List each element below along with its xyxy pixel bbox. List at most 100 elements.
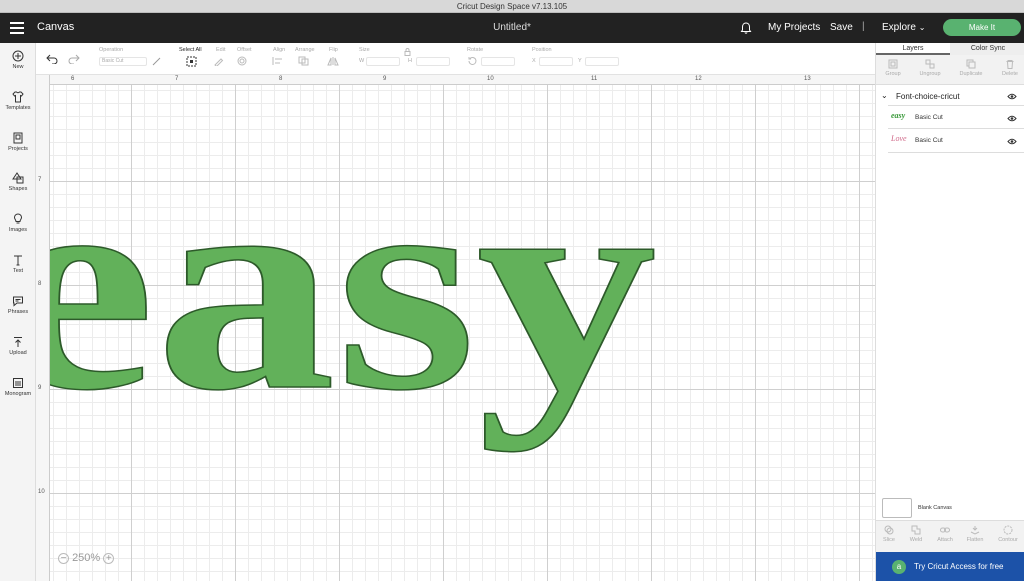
nav-text[interactable]: Text [0,254,36,274]
blank-canvas-label: Blank Canvas [918,505,952,511]
shirt-icon [12,91,24,103]
ruler-tick: 9 [38,385,42,391]
cricut-access-banner[interactable]: a Try Cricut Access for free [876,552,1024,581]
layer-thumbnail: Love [891,134,907,143]
nav-label: Monogram [4,391,32,397]
bell-icon[interactable] [739,21,753,35]
attach-label: Attach [937,537,953,543]
ruler-tick: 6 [71,76,75,82]
eye-icon[interactable] [1007,115,1017,122]
save-button[interactable]: Save [830,22,853,33]
group-button[interactable]: Group [876,59,910,77]
nav-shapes[interactable]: Shapes [0,172,36,192]
operation-label: Operation [99,47,124,53]
flatten-button[interactable]: Flatten [960,525,990,543]
explore-label: Explore [882,22,916,33]
upload-icon [14,337,22,347]
size-w-label: W [359,58,365,64]
ruler-tick: 9 [383,76,387,82]
zoom-control: − 250% + [58,552,115,564]
weld-label: Weld [909,537,923,543]
layer-row[interactable]: Love Basic Cut [888,129,1024,153]
nav-label: Phrases [7,309,29,315]
weld-icon [911,525,921,535]
zoom-out-button[interactable]: − [58,552,69,564]
nav-label: Upload [9,350,27,356]
duplicate-label: Duplicate [959,71,983,77]
flip-icon[interactable] [327,56,341,66]
arrange-icon[interactable] [298,56,312,66]
design-canvas[interactable]: easy [50,85,875,581]
canvas-text: easy [50,120,657,453]
monogram-icon [13,378,23,388]
bottom-tools: Slice Weld Attach Flatten Contour [876,520,1024,552]
nav-projects[interactable]: Projects [0,132,36,152]
rotate-label: Rotate [467,47,484,53]
nav-images[interactable]: Images [0,213,36,233]
weld-button[interactable]: Weld [901,525,931,543]
tab-layers[interactable]: Layers [876,43,950,55]
contour-button[interactable]: Contour [993,525,1023,543]
pen-icon[interactable] [152,57,161,66]
delete-button[interactable]: Delete [993,59,1024,77]
section-title: Canvas [37,21,75,33]
offset-icon[interactable] [237,56,251,66]
easy-text-shape[interactable]: easy [50,85,875,581]
attach-button[interactable]: Attach [930,525,960,543]
x-position-input[interactable] [539,57,573,66]
explore-dropdown[interactable]: Explore ⌄ [882,22,925,33]
eye-icon[interactable] [1007,138,1017,145]
document-title[interactable]: Untitled* [493,22,531,33]
select-all-icon[interactable] [186,56,197,67]
window-titlebar: Cricut Design Space v7.13.105 [0,0,1024,13]
ruler-tick: 13 [804,76,811,82]
ruler-tick: 7 [175,76,179,82]
rotate-input[interactable] [481,57,515,66]
edit-pencil-icon[interactable] [214,57,228,66]
hamburger-menu-icon[interactable] [10,22,24,34]
eye-icon[interactable] [1007,93,1017,100]
pos-x-label: X [532,58,536,64]
redo-icon[interactable] [68,54,80,64]
layer-row[interactable]: easy Basic Cut [888,105,1024,129]
layer-group[interactable]: ⌄ Font-choice-cricut [876,89,1024,103]
my-projects-link[interactable]: My Projects [768,22,820,33]
nav-upload[interactable]: Upload [0,336,36,356]
zoom-in-button[interactable]: + [103,552,115,564]
size-label: Size [359,47,370,53]
ruler-tick: 8 [38,281,42,287]
nav-phrases[interactable]: Phrases [0,295,36,315]
nav-new[interactable]: New [0,50,36,70]
flatten-icon [970,526,980,535]
tab-color-sync[interactable]: Color Sync [951,43,1024,55]
align-icon[interactable] [272,56,286,66]
nav-label: New [12,64,24,70]
lightbulb-icon [13,213,23,224]
group-icon [888,59,898,69]
make-it-button[interactable]: Make It [943,19,1021,36]
chevron-down-icon: ⌄ [918,23,926,32]
nav-templates[interactable]: Templates [0,91,36,111]
ruler-tick: 7 [38,177,42,183]
height-input[interactable] [416,57,450,66]
y-position-input[interactable] [585,57,619,66]
slice-button[interactable]: Slice [874,525,904,543]
ungroup-button[interactable]: Ungroup [913,59,947,77]
chevron-down-icon[interactable]: ⌄ [881,91,888,100]
undo-icon[interactable] [46,54,58,64]
pos-y-label: Y [578,58,582,64]
lock-icon[interactable] [404,48,411,56]
ruler-left: 7 8 9 10 [36,75,50,581]
ruler-tick: 12 [695,76,702,82]
operation-select[interactable]: Basic Cut [99,57,147,66]
nav-label: Shapes [8,186,28,192]
slice-label: Slice [883,537,895,543]
rotate-icon [468,56,477,65]
group-name: Font-choice-cricut [896,92,960,101]
nav-monogram[interactable]: Monogram [0,377,36,397]
select-all-label: Select All [179,47,202,53]
layer-thumbnail: easy [891,111,906,120]
width-input[interactable] [366,57,400,66]
duplicate-button[interactable]: Duplicate [954,59,988,77]
blank-canvas-swatch[interactable] [882,498,912,518]
